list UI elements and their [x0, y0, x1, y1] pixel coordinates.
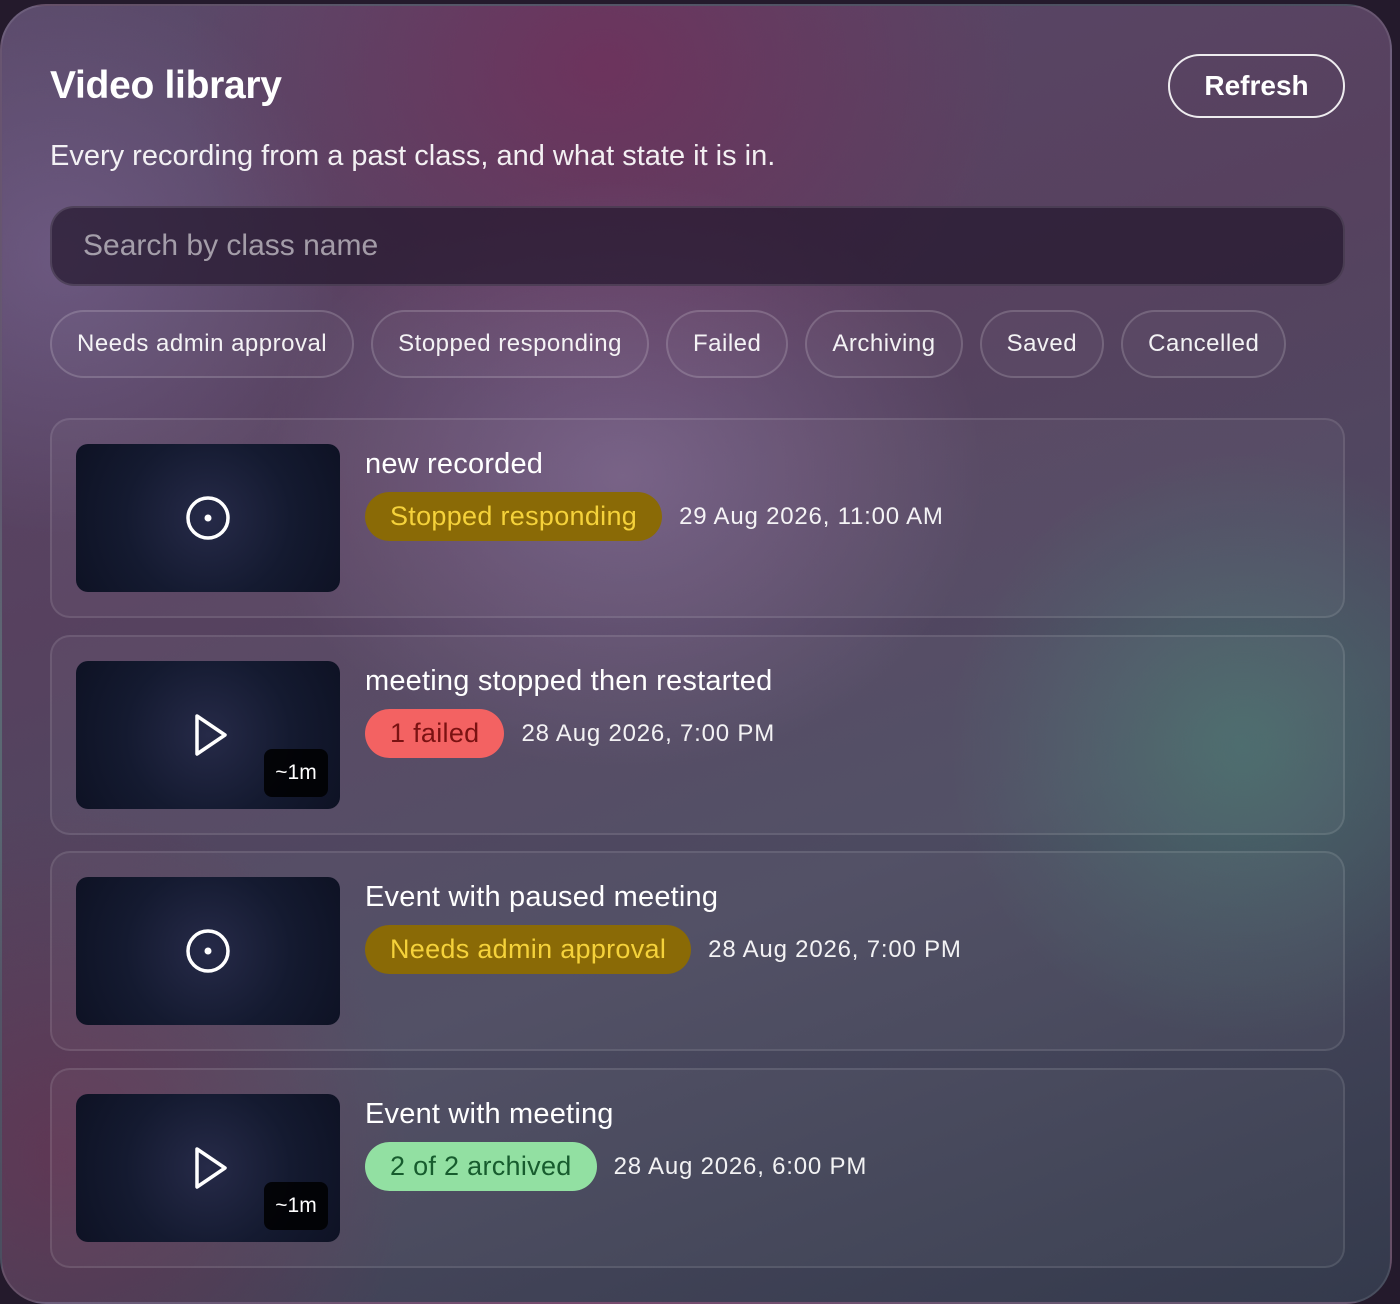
video-thumbnail[interactable]: ~1m	[76, 661, 340, 809]
recording-card[interactable]: new recorded Stopped responding 29 Aug 202…	[50, 418, 1345, 618]
status-badge: Needs admin approval	[365, 925, 692, 974]
status-badge: Stopped responding	[365, 492, 663, 541]
recording-meta: Stopped responding 29 Aug 2026, 11:00 AM	[365, 492, 944, 541]
record-icon	[186, 929, 230, 973]
recording-meta: 2 of 2 archived 28 Aug 2026, 6:00 PM	[365, 1142, 867, 1191]
recording-card[interactable]: ~1m meeting stopped then restarted 1 faile…	[50, 635, 1345, 835]
video-thumbnail[interactable]: ~1m	[76, 1094, 340, 1242]
recording-title: new recorded	[365, 448, 544, 480]
play-icon	[195, 714, 227, 756]
recording-date: 28 Aug 2026, 6:00 PM	[613, 1152, 868, 1180]
page-title: Video library	[50, 64, 282, 107]
page-subtitle: Every recording from a past class, and w…	[50, 140, 776, 172]
play-icon	[195, 1147, 227, 1189]
recording-date: 28 Aug 2026, 7:00 PM	[521, 719, 775, 747]
video-thumbnail[interactable]	[76, 444, 340, 592]
recording-date: 28 Aug 2026, 7:00 PM	[708, 935, 962, 963]
recording-card[interactable]: ~1m Event with meeting 2 of 2 archived 28 A…	[50, 1068, 1345, 1268]
record-icon	[186, 496, 230, 540]
video-library-panel: Video library Refresh Every recording fr…	[0, 4, 1392, 1304]
filter-needs-admin-approval[interactable]: Needs admin approval	[50, 310, 355, 378]
recording-date: 29 Aug 2026, 11:00 AM	[679, 502, 944, 530]
filter-stopped-responding[interactable]: Stopped responding	[371, 310, 649, 378]
recording-meta: 1 failed 28 Aug 2026, 7:00 PM	[365, 709, 775, 758]
status-badge: 2 of 2 archived	[365, 1142, 597, 1191]
recording-title: Event with meeting	[365, 1098, 614, 1130]
duration-badge: ~1m	[264, 1182, 328, 1230]
search-box	[50, 206, 1345, 286]
recording-meta: Needs admin approval 28 Aug 2026, 7:00 PM	[365, 925, 962, 974]
status-filter-bar: Needs admin approval Stopped responding …	[50, 310, 1287, 378]
recording-title: Event with paused meeting	[365, 881, 719, 913]
filter-failed[interactable]: Failed	[665, 310, 789, 378]
status-badge: 1 failed	[365, 709, 505, 758]
filter-saved[interactable]: Saved	[979, 310, 1105, 378]
search-input[interactable]	[83, 229, 1312, 263]
filter-cancelled[interactable]: Cancelled	[1121, 310, 1287, 378]
filter-archiving[interactable]: Archiving	[805, 310, 963, 378]
recording-title: meeting stopped then restarted	[365, 665, 773, 697]
duration-badge: ~1m	[264, 749, 328, 797]
video-thumbnail[interactable]	[76, 877, 340, 1025]
refresh-button[interactable]: Refresh	[1168, 54, 1345, 118]
recording-card[interactable]: Event with paused meeting Needs admin app…	[50, 851, 1345, 1051]
